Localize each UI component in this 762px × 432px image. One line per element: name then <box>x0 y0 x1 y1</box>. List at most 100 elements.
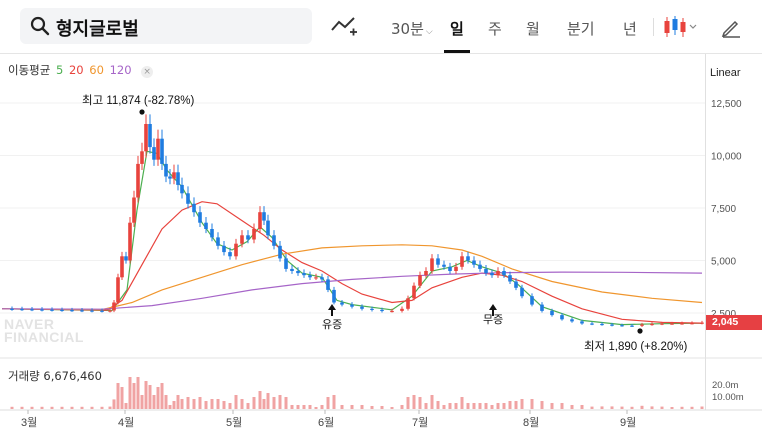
candle-body <box>60 309 64 312</box>
rights-offering-label: 유증 <box>322 318 342 331</box>
candle-body <box>164 163 168 177</box>
volume-bar <box>496 403 500 409</box>
candle-body <box>80 310 84 312</box>
candle-body <box>700 322 704 324</box>
volume-bar <box>100 406 104 409</box>
candle-body <box>350 304 354 307</box>
candle-body <box>332 289 336 303</box>
volume-bar <box>442 405 446 409</box>
candle-body <box>172 172 176 179</box>
volume-bar <box>502 403 506 409</box>
candle-body <box>240 235 244 244</box>
candle-body <box>140 151 144 164</box>
volume-bar <box>192 399 196 409</box>
volume-bar <box>320 405 324 409</box>
stock-chart[interactable]: 12,50010,0007,5005,0002,5003월4월5월6월7월8월9… <box>0 0 762 432</box>
candle-body <box>228 252 232 257</box>
volume-bar <box>436 401 440 409</box>
volume-bar <box>690 406 694 409</box>
candle-body <box>570 319 574 322</box>
volume-bar <box>406 397 410 409</box>
candle-body <box>252 229 256 240</box>
candle-body <box>496 271 500 276</box>
candle-body <box>424 271 428 276</box>
volume-bar <box>640 405 644 409</box>
volume-bar <box>140 395 144 409</box>
volume-bar <box>550 403 554 409</box>
volume-bar <box>112 399 116 409</box>
volume-bar <box>30 406 34 409</box>
high-marker <box>139 109 145 115</box>
candle-body <box>484 268 488 274</box>
volume-bar <box>144 381 148 409</box>
low-marker <box>637 328 643 334</box>
volume-bar <box>590 406 594 409</box>
x-tick-label: 3월 <box>21 416 37 429</box>
candle-body <box>550 310 554 316</box>
volume-bar <box>198 397 202 409</box>
candle-body <box>278 245 282 259</box>
volume-bar <box>168 405 172 409</box>
volume-bar <box>680 406 684 409</box>
candle-body <box>448 266 452 271</box>
candle-body <box>610 324 614 326</box>
volume-bar <box>478 403 482 409</box>
volume-bar <box>508 401 512 409</box>
candle-body <box>192 203 196 213</box>
candle-body <box>520 287 524 297</box>
volume-bar <box>630 406 634 409</box>
candle-body <box>466 256 470 261</box>
volume-bar <box>454 403 458 409</box>
volume-tick-label: 10.00m <box>712 392 744 403</box>
volume-bar <box>50 406 54 409</box>
candle-body <box>100 310 104 312</box>
volume-bar <box>460 397 464 409</box>
volume-bar <box>60 406 64 409</box>
volume-bar <box>490 405 494 409</box>
candle-body <box>132 197 136 223</box>
volume-bar <box>340 405 344 409</box>
volume-bar <box>514 401 518 409</box>
candle-body <box>210 229 214 238</box>
volume-bar <box>380 406 384 409</box>
volume-bar <box>360 405 364 409</box>
candle-body <box>400 308 404 311</box>
candle-body <box>502 271 506 276</box>
candle-body <box>40 309 44 311</box>
volume-bar <box>600 406 604 409</box>
candle-body <box>144 124 148 152</box>
volume-bar <box>314 407 318 409</box>
candle-body <box>630 325 634 327</box>
candle-body <box>262 212 266 221</box>
volume-bar <box>448 403 452 409</box>
candle-body <box>30 309 34 311</box>
low-annotation: 최저 1,890 (+8.20%) <box>584 340 687 353</box>
chart-gridlines <box>0 102 762 411</box>
volume-bar <box>610 406 614 409</box>
candle-body <box>370 308 374 310</box>
volume-bar <box>580 405 584 409</box>
volume-bar <box>284 397 288 409</box>
volume-bar <box>472 403 476 409</box>
x-tick-label: 9월 <box>620 416 636 429</box>
candle-body <box>508 275 512 282</box>
volume-bar <box>290 405 294 409</box>
candle-body <box>590 323 594 325</box>
volume-bar <box>20 406 24 409</box>
volume-bar <box>530 399 534 409</box>
volume-bar <box>484 403 488 409</box>
candle-body <box>514 281 518 288</box>
volume-bar <box>176 395 180 409</box>
volume-bar <box>234 395 238 409</box>
candle-body <box>186 193 190 204</box>
candle-body <box>308 275 312 278</box>
volume-bar <box>10 406 14 409</box>
candle-body <box>50 309 54 311</box>
candlesticks <box>10 114 704 328</box>
volume-bar <box>80 406 84 409</box>
ma60-line <box>1 244 703 311</box>
volume-bar <box>278 395 282 409</box>
candle-body <box>620 325 624 327</box>
candle-body <box>222 245 226 253</box>
volume-bar <box>152 395 156 409</box>
